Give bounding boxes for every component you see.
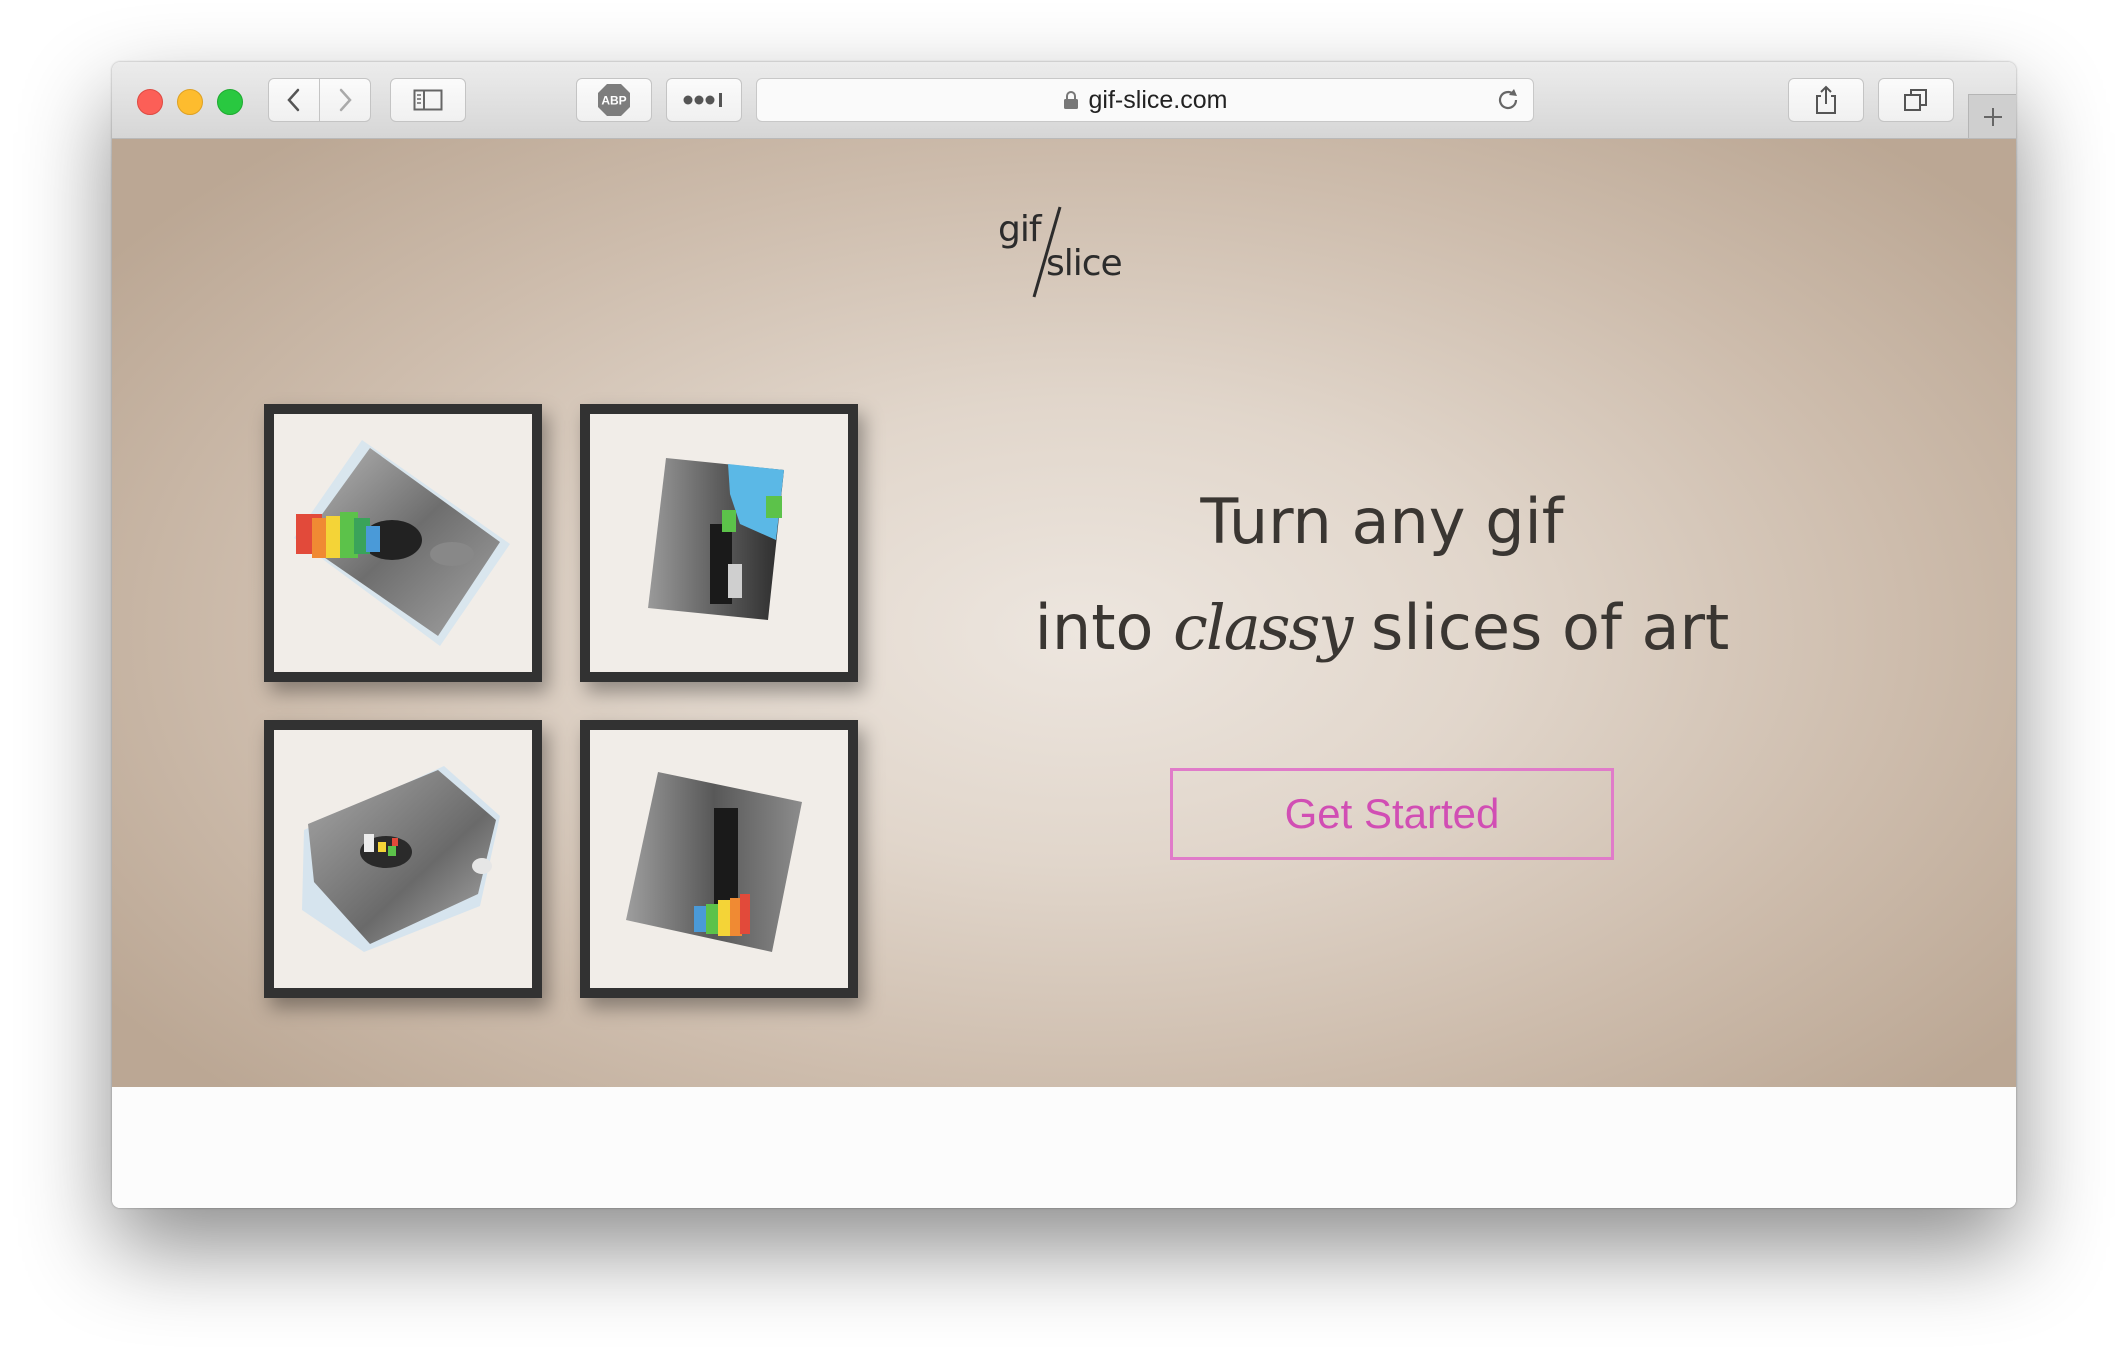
zoom-window-button[interactable] [217, 89, 243, 115]
share-icon [1816, 85, 1836, 114]
art-frame-1 [264, 404, 542, 682]
reload-icon [1498, 89, 1518, 110]
forward-button[interactable] [319, 78, 371, 122]
headline-line-1: Turn any gif [1200, 485, 1564, 558]
address-bar[interactable]: gif-slice.com [756, 78, 1534, 122]
url-display[interactable]: gif-slice.com [757, 79, 1533, 121]
art-frame-2 [580, 404, 858, 682]
url-text: gif-slice.com [1088, 85, 1228, 114]
art-frame-4 [580, 720, 858, 998]
plus-icon [1983, 107, 2002, 126]
headline-line-2-end: slices of art [1351, 591, 1730, 664]
adblock-button[interactable]: ABP [576, 78, 652, 122]
hero-section: gif slice Turn any gif into classy slice… [112, 139, 2016, 1087]
art-frame-3 [264, 720, 542, 998]
gif-slice-art-1 [294, 440, 510, 646]
hero-headline: Turn any gif into classy slices of art [972, 469, 1792, 681]
gif-slice-art-4 [626, 772, 802, 952]
headline-line-2-start: into [1034, 591, 1174, 664]
share-button[interactable] [1788, 78, 1864, 122]
tab-overview-button[interactable] [1878, 78, 1954, 122]
reload-button[interactable] [1495, 87, 1521, 117]
browser-toolbar: ABP gif-slice.com [112, 62, 2016, 139]
browser-window: ABP gif-slice.com gif slice Turn any gif… [112, 62, 2016, 1208]
extensions-button[interactable] [666, 78, 742, 122]
site-logo[interactable]: gif slice [998, 205, 1124, 301]
adblock-icon: ABP [598, 84, 630, 116]
chevron-right-icon [339, 88, 352, 112]
more-dots-icon [683, 93, 722, 107]
chevron-left-icon [287, 88, 300, 112]
logo-text-slice: slice [1046, 243, 1123, 284]
get-started-button[interactable]: Get Started [1170, 768, 1614, 860]
gif-slice-art-2 [648, 458, 784, 620]
new-tab-button[interactable] [1968, 94, 2016, 138]
below-fold-area [112, 1087, 2016, 1208]
page-content: gif slice Turn any gif into classy slice… [112, 139, 2016, 1208]
headline-line-2: into classy slices of art [972, 575, 1792, 681]
close-window-button[interactable] [137, 89, 163, 115]
lock-icon [1063, 91, 1078, 109]
headline-emphasis: classy [1173, 591, 1353, 664]
tabs-overview-icon [1904, 89, 1927, 111]
sidebar-button[interactable] [390, 78, 466, 122]
sidebar-icon [413, 89, 443, 111]
adblock-label: ABP [601, 94, 626, 108]
back-button[interactable] [268, 78, 320, 122]
minimize-window-button[interactable] [177, 89, 203, 115]
gif-slice-art-3 [302, 766, 500, 952]
